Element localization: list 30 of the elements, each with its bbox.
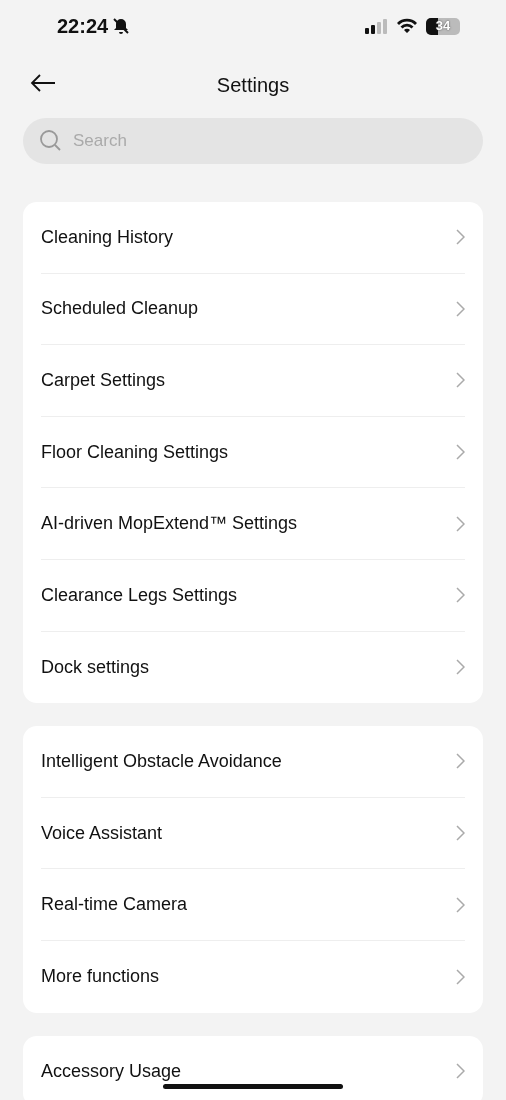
chevron-icon xyxy=(455,825,465,842)
chevron-icon xyxy=(455,753,465,770)
status-time: 22:24 xyxy=(57,14,109,39)
chevron-icon xyxy=(455,968,465,985)
page-title: Settings xyxy=(216,73,290,98)
settings-item[interactable]: Dock settings xyxy=(41,631,465,704)
settings-item[interactable]: Scheduled Cleanup xyxy=(41,273,465,346)
chevron-icon xyxy=(455,444,465,461)
search-field[interactable]: Search xyxy=(23,118,483,164)
silent-bell-icon xyxy=(112,17,131,35)
wifi-icon xyxy=(396,18,418,34)
settings-item[interactable]: Floor Cleaning Settings xyxy=(41,416,465,489)
settings-item[interactable]: Real-time Camera xyxy=(41,869,465,941)
chevron-icon xyxy=(455,372,465,389)
chevron-icon xyxy=(455,300,465,317)
chevron-icon xyxy=(455,515,465,532)
settings-item[interactable]: Intelligent Obstacle Avoidance xyxy=(41,726,465,798)
chevron-icon xyxy=(455,659,465,676)
chevron-icon xyxy=(455,587,465,604)
settings-item[interactable]: AI-driven MopExtend™ Settings xyxy=(41,488,465,560)
chevron-icon xyxy=(455,229,465,246)
settings-item[interactable]: Clearance Legs Settings xyxy=(41,559,465,632)
chevron-icon xyxy=(455,1063,465,1080)
settings-item[interactable]: Accessory Usage xyxy=(41,1035,465,1100)
chevron-icon xyxy=(455,896,465,913)
settings-item[interactable]: More functions xyxy=(41,940,465,1013)
settings-item[interactable]: Voice Assistant xyxy=(41,797,465,870)
settings-item[interactable]: Cleaning History xyxy=(41,202,465,274)
signal-icon xyxy=(364,18,388,34)
settings-item[interactable]: Carpet Settings xyxy=(41,345,465,417)
